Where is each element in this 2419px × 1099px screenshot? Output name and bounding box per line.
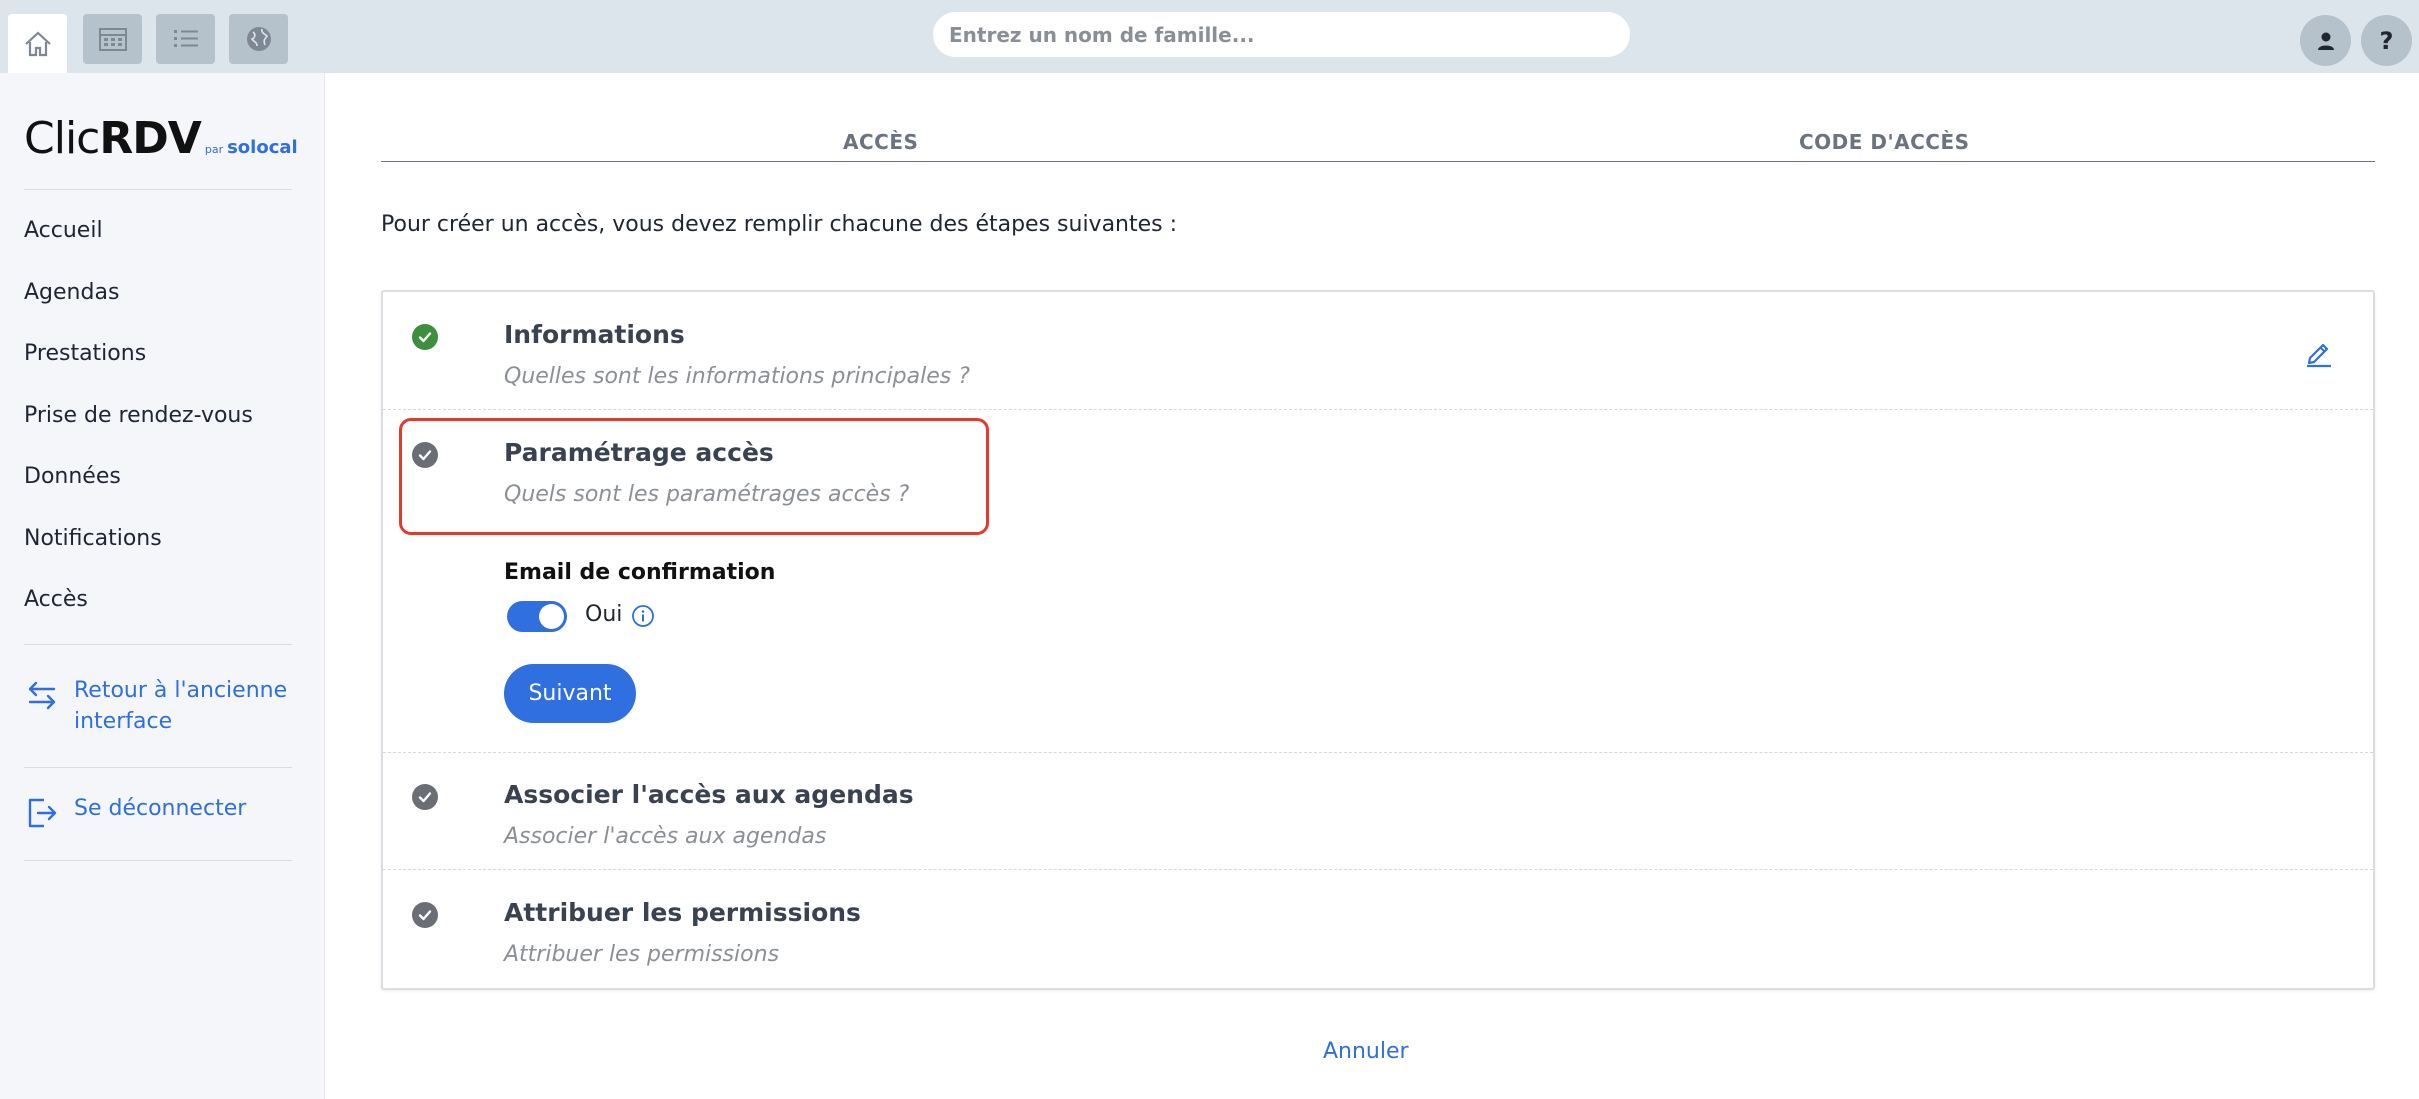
sidebar-item-prise-de-rendez-vous[interactable]: Prise de rendez-vous: [24, 403, 253, 428]
home-button[interactable]: [8, 14, 67, 73]
email-confirmation-label: Email de confirmation: [504, 560, 776, 585]
cancel-link[interactable]: Annuler: [1323, 1039, 1409, 1064]
toggle-value-label: Oui: [585, 602, 623, 627]
calendar-button[interactable]: [83, 14, 142, 64]
back-to-old-interface-link[interactable]: Retour à l'ancienne interface: [24, 675, 294, 737]
home-icon: [24, 31, 51, 56]
account-button[interactable]: [2300, 15, 2351, 66]
family-name-search-input[interactable]: [933, 12, 1630, 57]
sidebar-divider: [24, 860, 292, 861]
sidebar-item-accueil[interactable]: Accueil: [24, 218, 103, 243]
clicrdv-logo[interactable]: Clic RDV par solocal: [24, 113, 298, 173]
pencil-edit-icon[interactable]: [2303, 336, 2335, 368]
list-icon: [173, 30, 198, 47]
top-bar: ?: [0, 0, 2419, 73]
info-icon[interactable]: [631, 604, 655, 628]
calendar-icon: [98, 28, 127, 51]
step-check-icon: [412, 902, 438, 928]
globe-button[interactable]: [229, 14, 288, 64]
sidebar-item-donnees[interactable]: Données: [24, 464, 121, 489]
steps-panel: Informations Quelles sont les informatio…: [381, 290, 2375, 990]
step-subtitle-associer-agendas: Associer l'accès aux agendas: [504, 824, 827, 849]
step-title-informations: Informations: [504, 320, 685, 349]
tabs-bar: ACCÈS CODE D'ACCÈS: [381, 124, 2375, 162]
help-label: ?: [2379, 26, 2394, 55]
step-title-parametrage-acces: Paramétrage accès: [504, 438, 774, 467]
user-icon: [2317, 32, 2334, 50]
email-confirmation-toggle[interactable]: [507, 601, 567, 632]
step-check-icon: [412, 784, 438, 810]
sidebar: Clic RDV par solocal Accueil Agendas Presta…: [0, 73, 325, 1099]
sidebar-item-notifications[interactable]: Notifications: [24, 526, 162, 551]
tab-code-d-acces[interactable]: CODE D'ACCÈS: [1799, 130, 1970, 154]
step-done-check-icon: [412, 324, 438, 350]
step-subtitle-informations: Quelles sont les informations principale…: [504, 364, 970, 389]
sidebar-divider: [24, 644, 292, 645]
step-separator: [383, 752, 2373, 753]
step-subtitle-attribuer-permissions: Attribuer les permissions: [504, 942, 780, 967]
help-button[interactable]: ?: [2361, 15, 2412, 66]
sidebar-item-prestations[interactable]: Prestations: [24, 341, 146, 366]
list-button[interactable]: [156, 14, 215, 64]
logout-icon: [28, 798, 57, 828]
step-check-icon: [412, 442, 438, 468]
swap-arrows-icon: [28, 681, 56, 710]
intro-text: Pour créer un accès, vous devez remplir …: [381, 212, 1178, 237]
toggle-knob: [539, 604, 564, 629]
step-separator: [383, 869, 2373, 870]
sidebar-item-acces[interactable]: Accès: [24, 587, 88, 612]
sidebar-divider: [24, 767, 292, 768]
logo-clic-text: Clic: [24, 113, 100, 164]
logo-solocal-text: solocal: [227, 137, 298, 158]
step-title-attribuer-permissions: Attribuer les permissions: [504, 898, 861, 927]
highlight-frame: [399, 418, 989, 535]
step-separator: [383, 409, 2373, 410]
logout-label: Se déconnecter: [74, 796, 247, 821]
logout-link[interactable]: Se déconnecter: [24, 793, 294, 831]
globe-icon: [246, 27, 271, 51]
logo-par-text: par: [204, 143, 224, 156]
tab-acces[interactable]: ACCÈS: [843, 130, 918, 154]
next-button[interactable]: Suivant: [504, 664, 636, 723]
sidebar-divider: [24, 189, 292, 190]
sidebar-item-agendas[interactable]: Agendas: [24, 280, 119, 305]
logo-rdv-text: RDV: [99, 113, 201, 164]
step-subtitle-parametrage-acces: Quels sont les paramétrages accès ?: [504, 482, 910, 507]
back-to-old-interface-label: Retour à l'ancienne interface: [74, 678, 288, 734]
step-title-associer-agendas: Associer l'accès aux agendas: [504, 780, 914, 809]
